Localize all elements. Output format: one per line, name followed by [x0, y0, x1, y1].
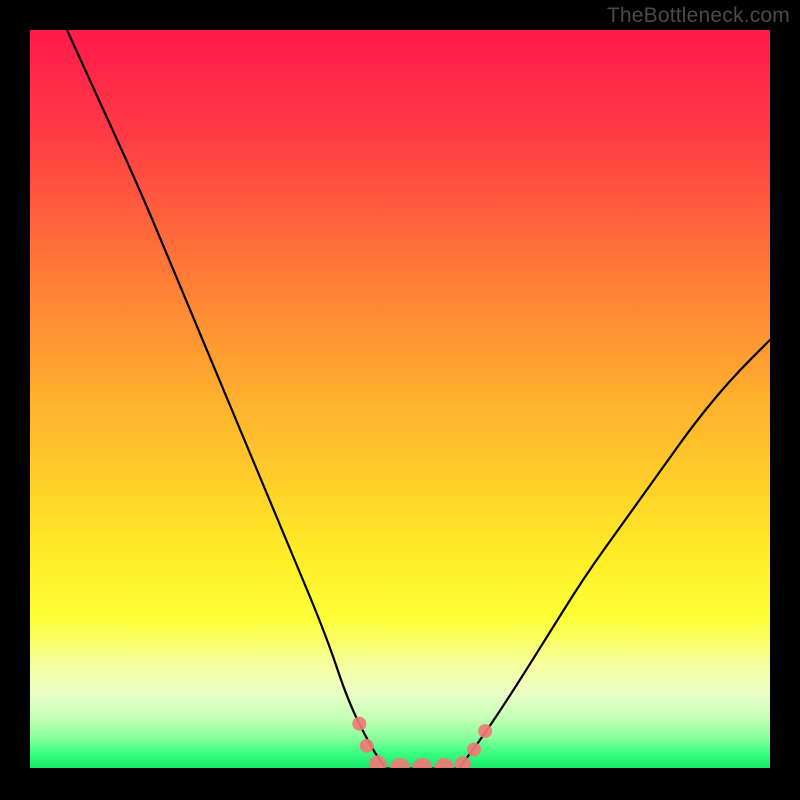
- marker-dot: [390, 758, 410, 768]
- series-right-curve: [459, 340, 770, 768]
- marker-dot: [369, 755, 387, 768]
- plot-area: [30, 30, 770, 768]
- watermark-text: TheBottleneck.com: [607, 4, 790, 28]
- curve-layer: [67, 30, 770, 768]
- marker-layer: [352, 717, 492, 768]
- marker-dot: [434, 758, 454, 768]
- marker-dot: [467, 743, 481, 757]
- outer-frame: TheBottleneck.com: [0, 0, 800, 800]
- marker-dot: [478, 724, 492, 738]
- marker-dot: [455, 756, 471, 768]
- chart-svg: [30, 30, 770, 768]
- series-left-curve: [67, 30, 385, 768]
- marker-dot: [360, 739, 374, 753]
- marker-dot: [412, 758, 432, 768]
- marker-dot: [352, 717, 366, 731]
